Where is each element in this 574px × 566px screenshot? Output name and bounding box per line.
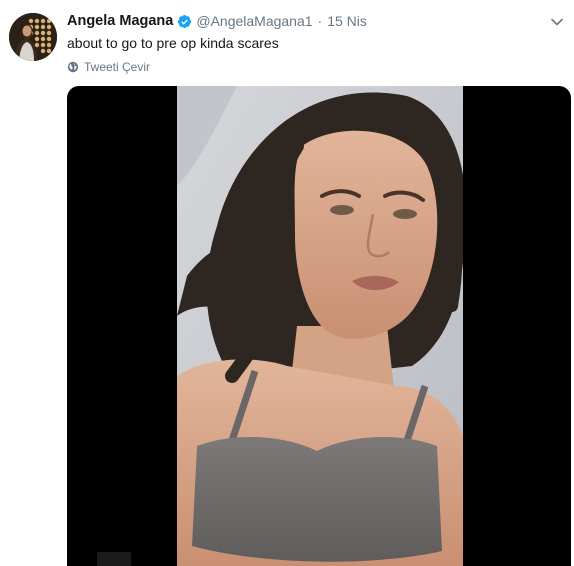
video-thumbnail bbox=[177, 86, 463, 566]
video-player[interactable] bbox=[67, 86, 571, 566]
tweet-header: Angela Magana @AngelaMagana1 · 15 Nis bbox=[67, 12, 367, 30]
globe-icon bbox=[67, 61, 79, 73]
avatar[interactable] bbox=[9, 13, 57, 61]
translate-label: Tweeti Çevir bbox=[84, 60, 151, 74]
chevron-down-icon[interactable] bbox=[549, 14, 565, 30]
translate-tweet-link[interactable]: Tweeti Çevir bbox=[67, 60, 150, 74]
video-frame[interactable] bbox=[177, 86, 463, 566]
user-handle[interactable]: @AngelaMagana1 bbox=[196, 12, 312, 30]
avatar-image bbox=[9, 13, 57, 61]
verified-badge-icon bbox=[177, 14, 192, 29]
tweet-text: about to go to pre op kinda scares bbox=[67, 35, 279, 51]
tweet-date[interactable]: 15 Nis bbox=[327, 12, 367, 30]
tweet: Angela Magana @AngelaMagana1 · 15 Nis ab… bbox=[0, 0, 574, 566]
separator-dot: · bbox=[317, 13, 323, 29]
video-control-bar[interactable] bbox=[97, 552, 131, 566]
display-name[interactable]: Angela Magana bbox=[67, 12, 173, 30]
